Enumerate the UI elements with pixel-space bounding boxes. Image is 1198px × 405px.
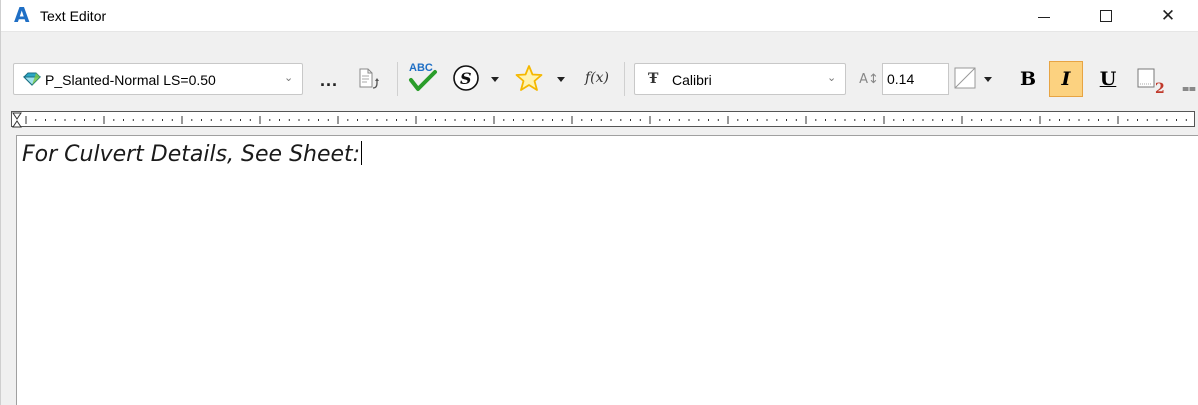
- underline-button[interactable]: U: [1093, 63, 1123, 95]
- font-dropdown[interactable]: Ŧ Calibri ⌄: [634, 63, 846, 95]
- insert-field-button[interactable]: f(x): [581, 66, 613, 90]
- insert-symbol-button[interactable]: S: [452, 64, 480, 92]
- svg-text:2: 2: [1155, 81, 1165, 95]
- more-styles-button[interactable]: ...: [315, 68, 343, 92]
- text-height-icon: A↕: [859, 71, 879, 87]
- bold-button[interactable]: B: [1014, 63, 1042, 95]
- app-logo-icon: A: [14, 3, 30, 27]
- text-color-button[interactable]: [953, 65, 977, 91]
- window-title: Text Editor: [40, 8, 107, 24]
- title-bar: A Text Editor ✕: [1, 0, 1198, 32]
- subscript-button[interactable]: 2: [1134, 64, 1170, 96]
- text-caret: [361, 141, 363, 165]
- text-editor-window: A Text Editor ✕ P_Slanted-Normal LS=0.50…: [0, 0, 1198, 405]
- text-style-value: P_Slanted-Normal LS=0.50: [45, 72, 216, 88]
- chevron-down-icon: ⌄: [827, 71, 837, 84]
- svg-text:S: S: [460, 69, 472, 88]
- apply-style-button[interactable]: [356, 66, 380, 92]
- maximize-icon: [1100, 10, 1112, 22]
- color-swatch-icon: [954, 67, 976, 89]
- font-type-icon: Ŧ: [648, 71, 659, 87]
- ruler[interactable]: [11, 111, 1195, 128]
- chevron-down-icon: ⌄: [284, 71, 294, 84]
- document-refresh-icon: [359, 68, 379, 89]
- symbol-dropdown-arrow[interactable]: [491, 77, 499, 82]
- maximize-button[interactable]: [1083, 0, 1129, 32]
- indent-marker-icon: [12, 112, 22, 128]
- font-value: Calibri: [672, 72, 712, 88]
- ruler-ticks: [12, 112, 1187, 128]
- text-style-dropdown[interactable]: P_Slanted-Normal LS=0.50 ⌄: [13, 63, 303, 95]
- close-icon: ✕: [1160, 6, 1176, 25]
- editor-text: For Culvert Details, See Sheet:: [22, 142, 361, 167]
- close-button[interactable]: ✕: [1145, 0, 1191, 32]
- toolbar-top-strip: [1, 32, 1198, 57]
- style-gem-icon: [23, 72, 41, 86]
- symbol-icon: S: [453, 65, 479, 91]
- editor-content[interactable]: For Culvert Details, See Sheet:: [22, 141, 363, 167]
- toolbar-overflow-button[interactable]: ⩵: [1182, 78, 1196, 98]
- spell-check-button[interactable]: ABC: [405, 60, 441, 96]
- star-icon: [515, 65, 543, 91]
- spell-check-icon: ABC: [409, 62, 437, 91]
- favorites-button[interactable]: [514, 64, 544, 92]
- color-dropdown-arrow[interactable]: [984, 77, 992, 82]
- svg-text:ABC: ABC: [409, 62, 433, 74]
- favorites-dropdown-arrow[interactable]: [557, 77, 565, 82]
- function-icon: f(x): [584, 70, 609, 86]
- toolbar-separator: [624, 62, 625, 96]
- toolbar-separator: [397, 62, 398, 96]
- minimize-icon: [1038, 17, 1050, 18]
- italic-button[interactable]: I: [1049, 61, 1083, 97]
- text-height-input[interactable]: 0.14: [882, 63, 949, 95]
- subscript-icon: 2: [1137, 68, 1165, 95]
- text-editor-area[interactable]: For Culvert Details, See Sheet:: [16, 135, 1198, 405]
- minimize-button[interactable]: [1021, 0, 1067, 32]
- underline-label: U: [1099, 68, 1117, 90]
